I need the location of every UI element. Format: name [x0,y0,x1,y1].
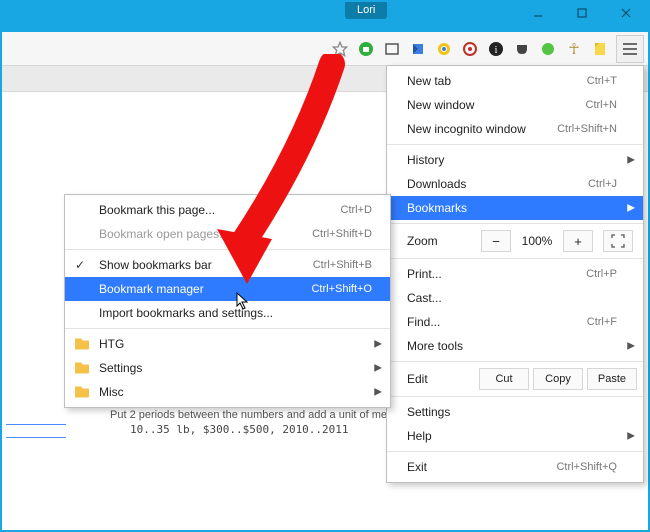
menu-item-new-incognito[interactable]: New incognito window Ctrl+Shift+N [387,117,643,141]
copy-button[interactable]: Copy [533,368,583,390]
menu-item-new-tab[interactable]: New tab Ctrl+T [387,69,643,93]
chevron-right-icon: ▶ [627,155,635,166]
menu-label: Zoom [407,234,477,248]
menu-accel: Ctrl+P [586,268,617,280]
menu-label: Find... [407,315,587,329]
note-ext-icon[interactable] [590,39,610,59]
menu-item-bookmark-open-pages: Bookmark open pages... Ctrl+Shift+D [65,222,390,246]
menu-label: History [407,153,617,167]
ankh-ext-icon[interactable]: ☥ [564,39,584,59]
menu-item-bookmark-this-page[interactable]: Bookmark this page... Ctrl+D [65,198,390,222]
menu-item-folder-htg[interactable]: HTG ▶ [65,332,390,356]
menu-item-show-bookmarks-bar[interactable]: ✓ Show bookmarks bar Ctrl+Shift+B [65,253,390,277]
menu-accel: Ctrl+F [587,316,617,328]
pocket-ext-icon[interactable] [512,39,532,59]
menu-label: Downloads [407,177,588,191]
chevron-right-icon: ▶ [627,431,635,442]
screenshot-ext-icon[interactable] [382,39,402,59]
menu-item-new-window[interactable]: New window Ctrl+N [387,93,643,117]
fullscreen-button[interactable] [603,230,633,252]
menu-item-more-tools[interactable]: More tools ▶ [387,334,643,358]
menu-label: Import bookmarks and settings... [99,306,372,320]
menu-label: More tools [407,339,617,353]
menu-label: Exit [407,460,556,474]
menu-item-exit[interactable]: Exit Ctrl+Shift+Q [387,455,643,479]
main-menu: New tab Ctrl+T New window Ctrl+N New inc… [386,65,644,483]
chevron-right-icon: ▶ [374,339,382,350]
menu-accel: Ctrl+Shift+B [282,259,372,271]
menu-label: Show bookmarks bar [99,258,282,272]
folder-icon [75,363,89,374]
green-dot-ext-icon[interactable] [538,39,558,59]
menu-item-import-bookmarks[interactable]: Import bookmarks and settings... [65,301,390,325]
check-icon: ✓ [75,258,85,272]
menu-label: New incognito window [407,122,557,136]
menu-item-folder-settings[interactable]: Settings ▶ [65,356,390,380]
zoom-value: 100% [515,234,559,248]
window-close-button[interactable] [604,2,648,24]
zoom-out-button[interactable]: − [481,230,511,252]
folder-icon [75,387,89,398]
menu-item-history[interactable]: History ▶ [387,148,643,172]
menu-label: Settings [99,361,372,375]
menu-label: Cast... [407,291,617,305]
menu-item-downloads[interactable]: Downloads Ctrl+J [387,172,643,196]
menu-label: New tab [407,74,587,88]
menu-label: HTG [99,337,372,351]
menu-item-help[interactable]: Help ▶ [387,424,643,448]
info-ext-icon[interactable]: i [486,39,506,59]
menu-item-print[interactable]: Print... Ctrl+P [387,262,643,286]
star-icon[interactable] [330,39,350,59]
svg-text:i: i [495,45,498,56]
menu-accel: Ctrl+Shift+O [282,283,372,295]
window-minimize-button[interactable] [516,2,560,24]
menu-item-edit: Edit Cut Copy Paste [387,365,643,393]
menu-label: Edit [407,372,475,386]
menu-accel: Ctrl+Shift+D [282,228,372,240]
menu-label: Bookmarks [407,201,617,215]
menu-label: Bookmark manager [99,282,282,296]
menu-accel: Ctrl+T [587,75,617,87]
menu-item-cast[interactable]: Cast... [387,286,643,310]
menu-item-zoom: Zoom − 100% + [387,227,643,255]
menu-label: Bookmark this page... [99,203,282,217]
cut-button[interactable]: Cut [479,368,529,390]
zoom-in-button[interactable]: + [563,230,593,252]
chevron-right-icon: ▶ [374,363,382,374]
menu-item-bookmarks[interactable]: Bookmarks ▶ [387,196,643,220]
menu-label: Print... [407,267,586,281]
window-titlebar: Lori [2,2,648,32]
menu-label: Settings [407,405,617,419]
menu-item-folder-misc[interactable]: Misc ▶ [65,380,390,404]
menu-accel: Ctrl+Shift+N [557,123,617,135]
main-menu-button[interactable] [616,35,644,63]
home-ext-icon[interactable] [356,39,376,59]
chevron-right-icon: ▶ [627,341,635,352]
chevron-right-icon: ▶ [627,203,635,214]
menu-item-bookmark-manager[interactable]: Bookmark manager Ctrl+Shift+O [65,277,390,301]
menu-accel: Ctrl+N [586,99,617,111]
onetab-ext-icon[interactable] [408,39,428,59]
menu-label: New window [407,98,586,112]
menu-accel: Ctrl+D [282,204,372,216]
menu-accel: Ctrl+J [588,178,617,190]
window-maximize-button[interactable] [560,2,604,24]
folder-icon [75,339,89,350]
menu-item-settings[interactable]: Settings [387,400,643,424]
bookmarks-submenu: Bookmark this page... Ctrl+D Bookmark op… [64,194,391,408]
chrome-ext-icon[interactable] [434,39,454,59]
menu-label: Misc [99,385,372,399]
circle-ext-icon[interactable] [460,39,480,59]
browser-toolbar: i ☥ [2,32,648,66]
profile-badge[interactable]: Lori [345,2,387,19]
menu-label: Help [407,429,617,443]
menu-item-find[interactable]: Find... Ctrl+F [387,310,643,334]
menu-label: Bookmark open pages... [99,227,282,241]
chevron-right-icon: ▶ [374,387,382,398]
paste-button[interactable]: Paste [587,368,637,390]
menu-accel: Ctrl+Shift+Q [556,461,617,473]
